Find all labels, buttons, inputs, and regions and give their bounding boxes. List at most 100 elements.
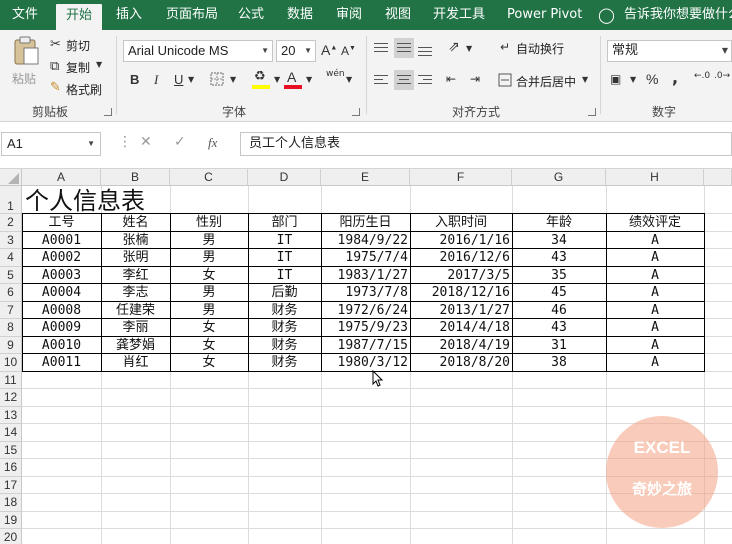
tab-review[interactable]: 审阅	[336, 0, 362, 30]
merge-center-icon[interactable]	[498, 73, 512, 87]
data-cell[interactable]: A	[606, 232, 704, 249]
column-header-g[interactable]: G	[512, 169, 606, 186]
chevron-down-icon[interactable]: ▼	[306, 76, 312, 84]
row-header-16[interactable]: 16	[0, 459, 22, 477]
chevron-down-icon[interactable]: ▼	[188, 76, 194, 84]
tab-power-pivot[interactable]: Power Pivot	[507, 0, 582, 30]
row-header-12[interactable]: 12	[0, 389, 22, 407]
tab-page-layout[interactable]: 页面布局	[166, 0, 218, 30]
chevron-down-icon[interactable]: ▼	[582, 76, 588, 84]
data-cell[interactable]: A	[606, 284, 704, 301]
data-cell[interactable]: 财务	[248, 337, 321, 354]
percent-style-button[interactable]: %	[646, 72, 658, 86]
data-cell[interactable]: A	[606, 267, 704, 284]
format-painter-button[interactable]: 格式刷	[66, 81, 102, 98]
data-cell[interactable]: 1975/9/23	[321, 319, 410, 336]
tab-formulas[interactable]: 公式	[238, 0, 264, 30]
row-header-10[interactable]: 10	[0, 354, 22, 372]
merge-center-button[interactable]: 合并后居中	[516, 73, 576, 90]
font-color-button[interactable]: A	[284, 70, 304, 90]
phonetic-guide-icon[interactable]: wén	[326, 70, 345, 79]
data-cell[interactable]: 2018/8/20	[410, 354, 512, 371]
data-cell[interactable]: IT	[248, 232, 321, 249]
data-cell[interactable]: 财务	[248, 319, 321, 336]
align-left-button[interactable]	[374, 74, 390, 88]
row-header-4[interactable]: 4	[0, 249, 22, 267]
data-cell[interactable]: A	[606, 302, 704, 319]
orientation-icon[interactable]: ⇗	[448, 40, 460, 54]
grow-font-icon[interactable]: A▲	[321, 43, 337, 57]
data-cell[interactable]: 张楠	[101, 232, 170, 249]
column-header-d[interactable]: D	[248, 169, 321, 186]
data-cell[interactable]: 2017/3/5	[410, 267, 512, 284]
data-cell[interactable]: 2014/4/18	[410, 319, 512, 336]
data-cell[interactable]: 1987/7/15	[321, 337, 410, 354]
data-cell[interactable]: IT	[248, 249, 321, 266]
row-header-15[interactable]: 15	[0, 441, 22, 459]
chevron-down-icon[interactable]: ▼	[466, 45, 472, 53]
column-header-f[interactable]: F	[410, 169, 512, 186]
row-header-14[interactable]: 14	[0, 424, 22, 442]
row-header-6[interactable]: 6	[0, 284, 22, 302]
confirm-icon[interactable]: ✓	[174, 134, 186, 150]
borders-icon[interactable]	[210, 72, 224, 86]
worksheet-grid[interactable]: ABCDEFGH 1 2 3 4 5 6 7 8 9 10 11 12 13 14 15 16 17 18 19 20…	[0, 169, 732, 544]
copy-button[interactable]: 复制	[66, 59, 90, 76]
data-cell[interactable]: 女	[170, 267, 248, 284]
row-header-20[interactable]: 20	[0, 529, 22, 544]
column-header-a[interactable]: A	[22, 169, 101, 186]
data-cell[interactable]: 张明	[101, 249, 170, 266]
increase-decimal-icon[interactable]: ←.0	[694, 72, 710, 81]
copy-icon[interactable]: ⧉	[50, 60, 59, 73]
data-cell[interactable]: 1984/9/22	[321, 232, 410, 249]
align-right-button[interactable]	[418, 74, 434, 88]
data-cell[interactable]: A0001	[22, 232, 101, 249]
data-cell[interactable]: 女	[170, 319, 248, 336]
insert-function-button[interactable]: fx	[208, 135, 217, 151]
increase-indent-icon[interactable]: ⇥	[470, 73, 480, 85]
align-middle-button[interactable]	[394, 38, 414, 58]
sheet-title-cell[interactable]: 个人信息表	[25, 186, 325, 214]
column-header-h[interactable]: H	[606, 169, 704, 186]
row-header-13[interactable]: 13	[0, 406, 22, 424]
chevron-down-icon[interactable]: ▼	[346, 76, 352, 84]
header-cell[interactable]: 绩效评定	[606, 214, 704, 231]
align-bottom-button[interactable]	[418, 42, 434, 56]
tab-insert[interactable]: 插入	[116, 0, 142, 30]
data-cell[interactable]: A0002	[22, 249, 101, 266]
data-cell[interactable]: A0003	[22, 267, 101, 284]
italic-button[interactable]: I	[154, 73, 158, 86]
column-header-c[interactable]: C	[170, 169, 248, 186]
data-cell[interactable]: 男	[170, 249, 248, 266]
data-cell[interactable]: 男	[170, 284, 248, 301]
data-cell[interactable]: A0008	[22, 302, 101, 319]
data-cell[interactable]: 财务	[248, 354, 321, 371]
data-cell[interactable]: 李丽	[101, 319, 170, 336]
data-cell[interactable]: 女	[170, 354, 248, 371]
row-header-18[interactable]: 18	[0, 494, 22, 512]
data-cell[interactable]: 龚梦娟	[101, 337, 170, 354]
tell-me-search[interactable]: 告诉我你想要做什么	[624, 0, 732, 30]
row-header-1[interactable]: 1	[0, 186, 22, 214]
header-cell[interactable]: 入职时间	[410, 214, 512, 231]
header-cell[interactable]: 阳历生日	[321, 214, 410, 231]
data-cell[interactable]: 2018/4/19	[410, 337, 512, 354]
data-cell[interactable]: 男	[170, 302, 248, 319]
data-cell[interactable]: 38	[512, 354, 606, 371]
data-cell[interactable]: 45	[512, 284, 606, 301]
data-cell[interactable]: 1983/1/27	[321, 267, 410, 284]
data-cell[interactable]: 肖红	[101, 354, 170, 371]
data-cell[interactable]: 女	[170, 337, 248, 354]
tab-file[interactable]: 文件	[12, 0, 38, 30]
lightbulb-icon[interactable]: ◯	[598, 0, 615, 30]
row-header-5[interactable]: 5	[0, 266, 22, 284]
tab-data[interactable]: 数据	[287, 0, 313, 30]
data-cell[interactable]: 34	[512, 232, 606, 249]
row-header-2[interactable]: 2	[0, 214, 22, 232]
data-cell[interactable]: 后勤	[248, 284, 321, 301]
data-cell[interactable]: A	[606, 354, 704, 371]
column-header-e[interactable]: E	[321, 169, 410, 186]
align-center-button[interactable]	[394, 70, 414, 90]
header-cell[interactable]: 性别	[170, 214, 248, 231]
format-painter-icon[interactable]: ✎	[50, 81, 61, 94]
